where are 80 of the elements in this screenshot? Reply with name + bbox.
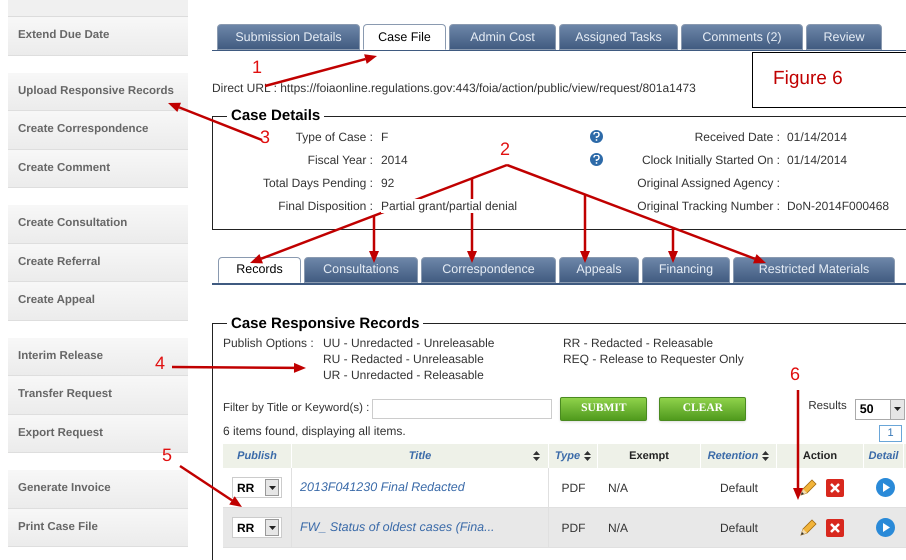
dropdown-icon — [265, 479, 279, 496]
tab[interactable]: Comments (2) — [681, 24, 803, 50]
field-value: 01/14/2014 — [787, 128, 848, 146]
publish-option: RR - Redacted - Releasable — [563, 335, 744, 351]
delete-icon[interactable] — [826, 518, 844, 536]
tab[interactable]: Assigned Tasks — [559, 24, 678, 50]
field-label: Received Date : — [694, 128, 780, 146]
field-value: 01/14/2014 — [787, 152, 848, 168]
sort-icon — [533, 451, 540, 461]
sidebar-item[interactable]: Upload Responsive Records — [8, 72, 188, 111]
field-value: Partial grant/partial denial — [381, 198, 518, 212]
table-cell-text: N/A — [607, 520, 630, 536]
callout-number: 2 — [500, 140, 510, 158]
sidebar-item[interactable]: Print Case File — [8, 508, 188, 547]
figure-label: Figure 6 — [773, 68, 843, 89]
table-cell-text: Default — [718, 520, 760, 536]
publish-select[interactable]: RR — [232, 517, 282, 538]
record-title-link[interactable]: FW_ Status of oldest cases (Fina... — [300, 518, 495, 537]
tab[interactable]: Financing — [642, 256, 730, 282]
tab[interactable]: Admin Cost — [449, 24, 556, 50]
publish-options-label: Publish Options : — [223, 336, 314, 350]
dropdown-icon — [265, 519, 279, 536]
callout-number: 3 — [260, 128, 270, 146]
filter-input[interactable] — [372, 399, 552, 419]
tab[interactable]: Records — [218, 256, 301, 282]
pencil-icon[interactable] — [798, 518, 818, 538]
tab[interactable]: Submission Details — [217, 24, 360, 50]
table-cell-text: PDF — [560, 520, 586, 536]
callout-number: 6 — [790, 365, 800, 383]
field-label: Total Days Pending : — [262, 174, 373, 192]
help-icon[interactable] — [590, 130, 603, 143]
sidebar-item[interactable]: Create Correspondence — [8, 111, 188, 150]
sidebar-item[interactable]: Transfer Request — [8, 376, 188, 414]
field-value: 92 — [381, 176, 394, 190]
publish-option: UR - Unredacted - Releasable — [323, 367, 563, 383]
field-value: F — [381, 130, 388, 144]
callout-number: 4 — [155, 354, 166, 372]
section-title: Case Responsive Records — [230, 314, 420, 334]
tab[interactable]: Appeals — [559, 256, 639, 282]
record-title-link[interactable]: 2013F041230 Final Redacted — [300, 478, 465, 497]
table-cell-text: PDF — [560, 480, 586, 496]
field-label: Final Disposition : — [278, 198, 373, 214]
play-icon[interactable] — [876, 478, 895, 497]
publish-option: UU - Unredacted - Unreleasable — [323, 335, 563, 351]
sidebar-item[interactable]: Create Appeal — [8, 282, 188, 320]
field-label: Original Assigned Agency : — [636, 174, 780, 192]
help-icon[interactable] — [590, 153, 603, 166]
callout-number: 1 — [252, 58, 262, 76]
sidebar-item[interactable]: Generate Invoice — [8, 470, 188, 508]
play-icon[interactable] — [876, 518, 895, 537]
sort-icon — [762, 451, 770, 461]
page-number[interactable]: 1 — [879, 425, 902, 442]
field-label: Original Tracking Number : — [636, 198, 780, 214]
tab[interactable]: Restricted Materials — [733, 256, 895, 282]
sidebar-item[interactable]: Create Consultation — [8, 205, 188, 244]
table-cell-text: Default — [718, 480, 760, 496]
results-select[interactable]: 50 — [854, 398, 905, 420]
filter-label: Filter by Title or Keyword(s) : — [223, 401, 370, 416]
tab[interactable]: Review — [806, 24, 882, 50]
sidebar-item[interactable]: Create Comment — [8, 150, 188, 188]
tab[interactable]: Correspondence — [421, 256, 556, 282]
field-label: Fiscal Year : — [308, 152, 373, 168]
table-cell-text: N/A — [607, 480, 630, 496]
publish-option: RU - Redacted - Unreleasable — [323, 351, 563, 367]
tab[interactable]: Case File — [363, 24, 446, 50]
publish-option: REQ - Release to Requester Only — [563, 351, 744, 367]
dropdown-icon — [890, 400, 904, 418]
sidebar-item[interactable]: Create Referral — [8, 244, 188, 282]
sort-icon — [584, 451, 592, 461]
field-value: DoN-2014F000468 — [787, 198, 890, 214]
field-value: 2014 — [381, 152, 408, 166]
results-label: Results — [808, 399, 847, 414]
field-label: Clock Initially Started On : — [640, 152, 780, 168]
publish-select[interactable]: RR — [232, 477, 282, 498]
sidebar-item[interactable]: Extend Due Date — [8, 17, 188, 56]
delete-icon[interactable] — [826, 478, 844, 496]
items-found-text: 6 items found, displaying all items. — [223, 423, 407, 440]
section-title: Case Details — [230, 106, 322, 126]
field-label: Type of Case : — [296, 128, 373, 146]
tab[interactable]: Consultations — [304, 256, 418, 282]
